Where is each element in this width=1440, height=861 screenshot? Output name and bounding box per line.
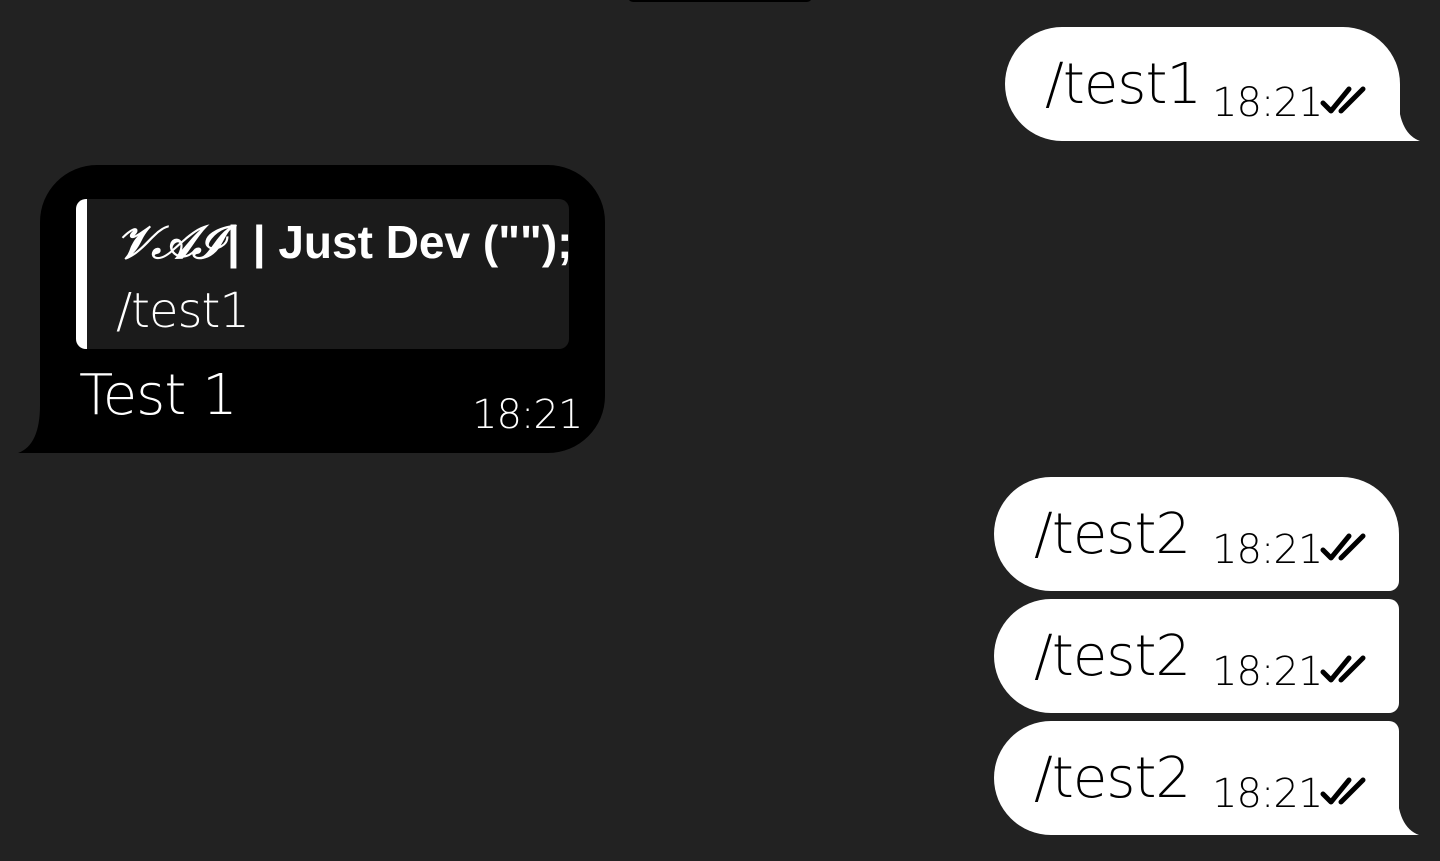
outgoing-message[interactable]: /test1 18:21 — [1005, 27, 1420, 141]
reply-author-script: 𝒱𝒜ℐ — [116, 215, 224, 269]
bubble-tail — [1398, 93, 1420, 141]
outgoing-message[interactable]: /test2 18:21 — [994, 599, 1399, 713]
scroll-indicator — [628, 0, 812, 2]
message-time: 18:21 — [1212, 649, 1323, 695]
message-text: /test1 — [1045, 52, 1202, 117]
reply-author-name: | | Just Dev (""); — [227, 216, 569, 268]
message-time: 18:21 — [1212, 527, 1323, 573]
incoming-message[interactable]: 𝒱𝒜ℐ | | Just Dev (""); /test1 Test 1 18:2… — [18, 165, 605, 453]
message-time: 18:21 — [1212, 80, 1323, 126]
bubble-tail — [1397, 787, 1419, 835]
double-check-icon — [1320, 777, 1366, 805]
double-check-icon — [1320, 533, 1366, 561]
reply-quote[interactable]: 𝒱𝒜ℐ | | Just Dev (""); /test1 — [76, 199, 569, 349]
message-text: Test 1 — [79, 363, 238, 428]
message-time: 18:21 — [1212, 771, 1323, 817]
message-text: /test2 — [1034, 624, 1191, 689]
message-text: /test2 — [1034, 746, 1191, 811]
outgoing-message[interactable]: /test2 18:21 — [994, 721, 1419, 835]
message-text: /test2 — [1034, 502, 1191, 567]
outgoing-message[interactable]: /test2 18:21 — [994, 477, 1399, 591]
reply-author: 𝒱𝒜ℐ | | Just Dev (""); — [116, 215, 569, 271]
chat-area[interactable]: /test1 18:21 𝒱𝒜ℐ | | Just Dev (""); /test… — [0, 0, 1440, 861]
double-check-icon — [1320, 655, 1366, 683]
double-check-icon — [1320, 86, 1366, 114]
reply-text: /test1 — [116, 283, 250, 339]
bubble-tail — [18, 405, 40, 453]
reply-accent-bar — [76, 199, 87, 349]
message-time: 18:21 — [472, 392, 583, 438]
